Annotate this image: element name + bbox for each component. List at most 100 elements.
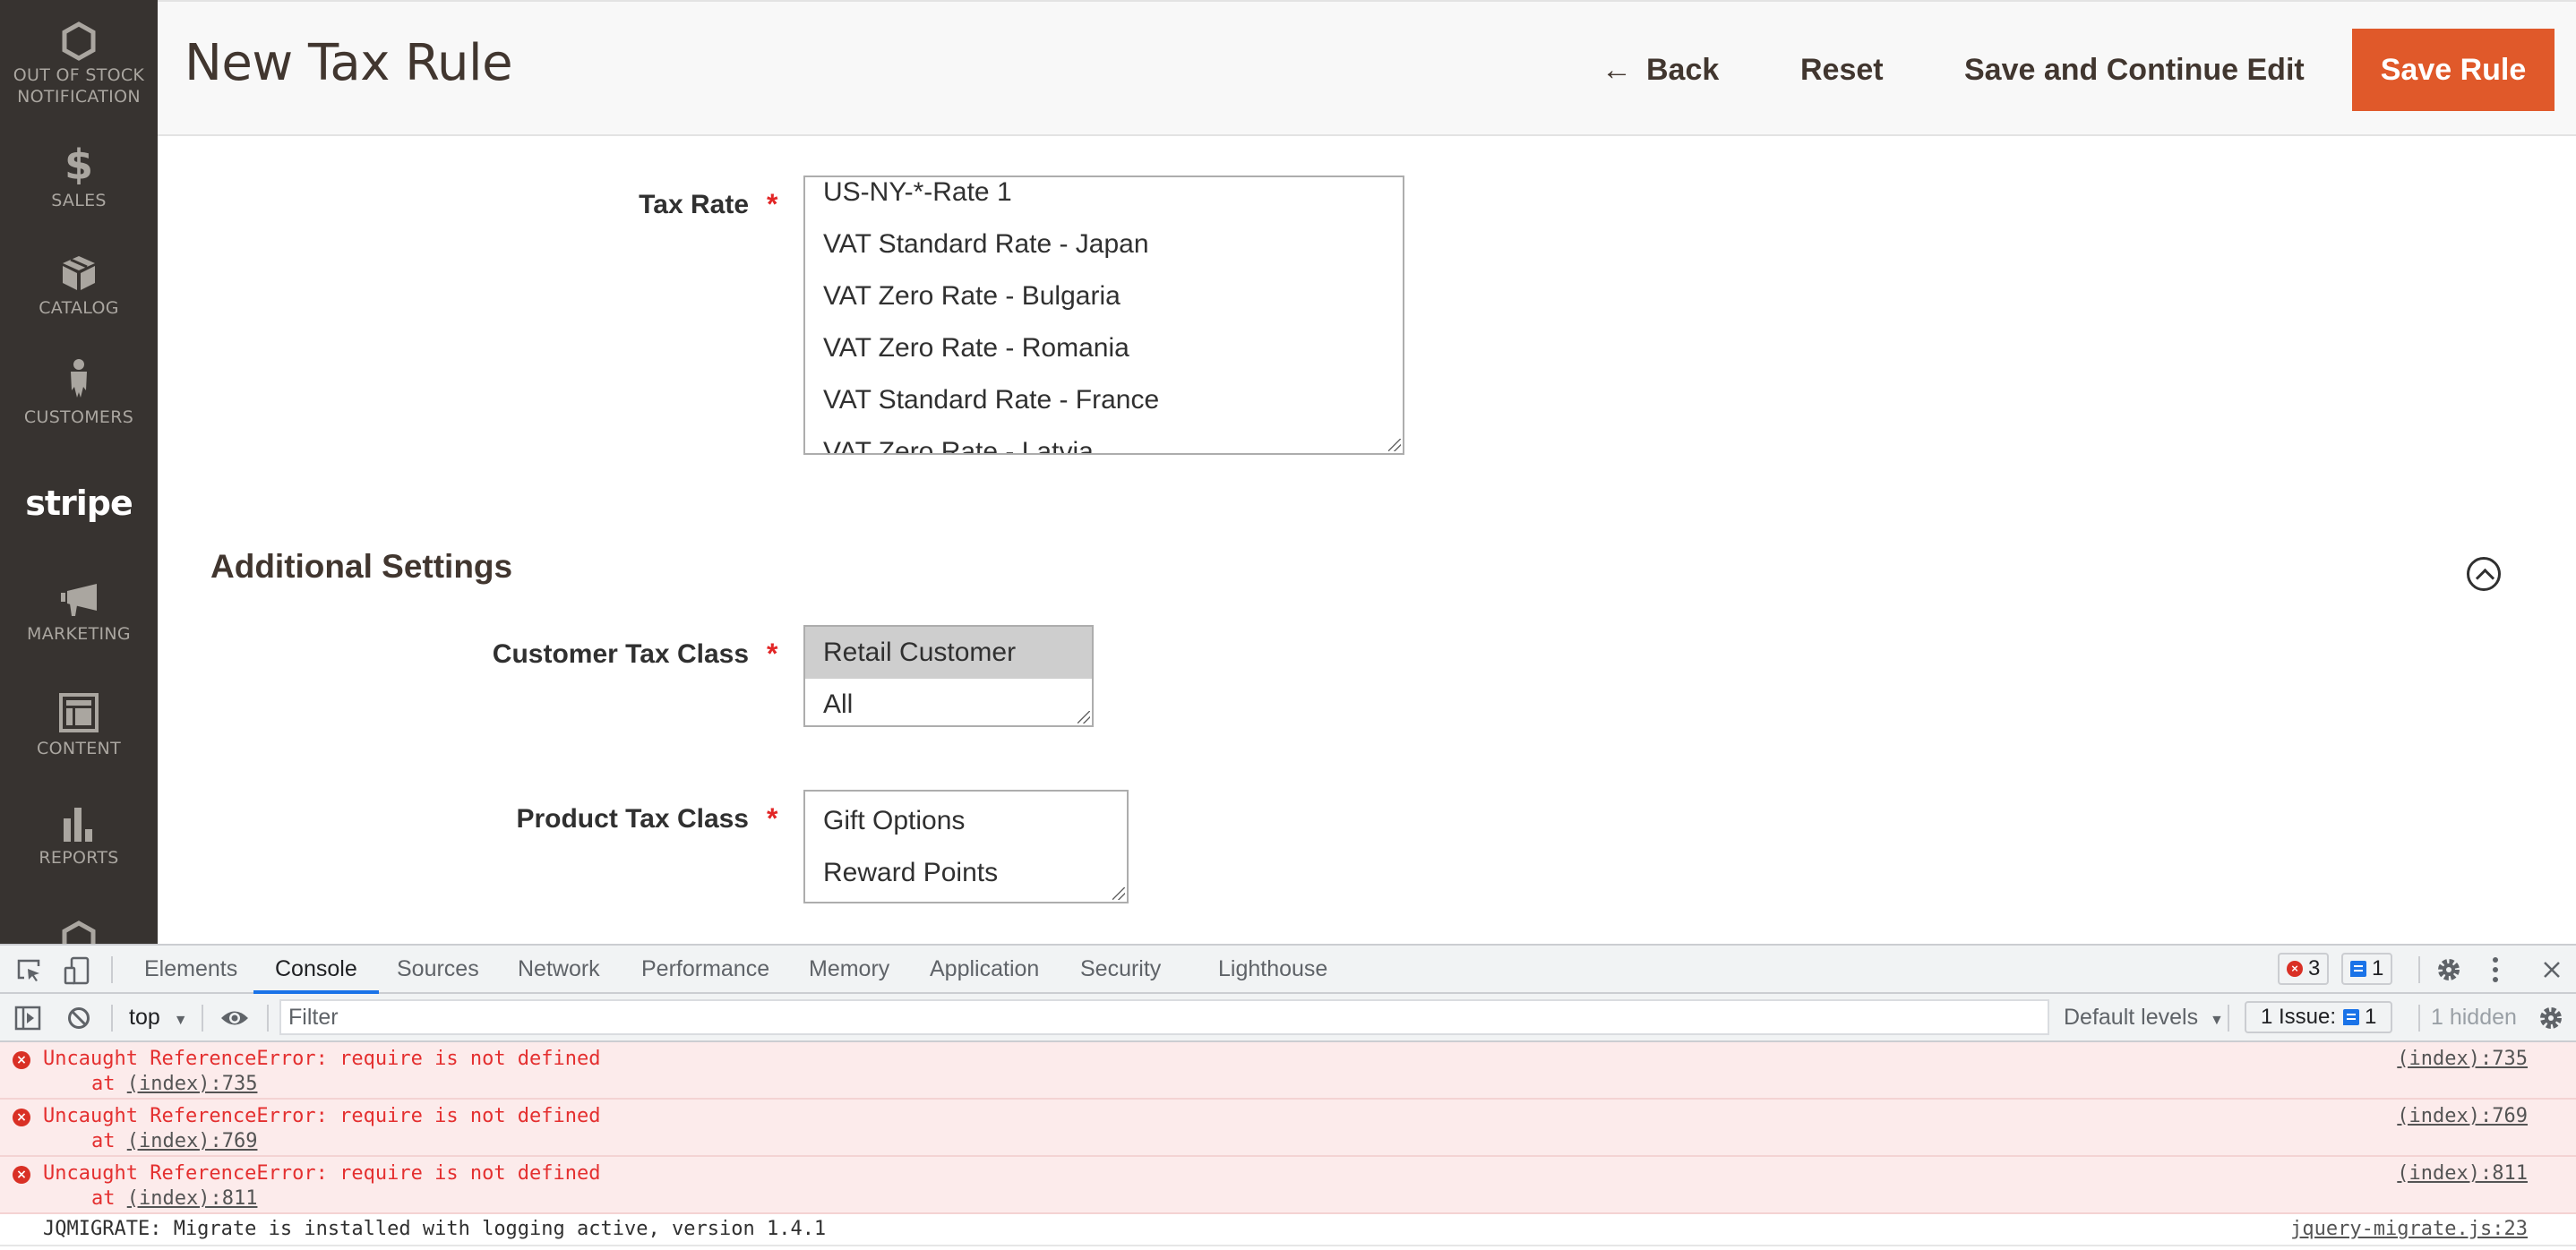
devtools-tab-application[interactable]: Application bbox=[930, 946, 1039, 992]
live-expression-eye-icon[interactable] bbox=[220, 1008, 249, 1028]
devtools-tab-network[interactable]: Network bbox=[518, 946, 600, 992]
device-toolbar-icon[interactable] bbox=[63, 956, 91, 985]
source-link[interactable]: (index):735 bbox=[2397, 1048, 2528, 1070]
product-tax-class-option[interactable]: Gift Options bbox=[805, 795, 1127, 847]
back-button[interactable]: ← Back bbox=[1601, 29, 1719, 111]
sidebar-item-out-of-stock-notification[interactable]: OUT OF STOCK NOTIFICATION bbox=[0, 21, 158, 107]
additional-settings-heading[interactable]: Additional Settings bbox=[210, 548, 512, 586]
error-message: Uncaught ReferenceError: require is not … bbox=[43, 1162, 601, 1185]
show-sidebar-icon[interactable] bbox=[14, 1006, 41, 1031]
sidebar-item-more[interactable] bbox=[0, 920, 158, 944]
hexagon-icon bbox=[62, 920, 96, 944]
console-toolbar: top ▼ Default levels ▼ 1 Issue: 1 1 hidd… bbox=[0, 994, 2576, 1042]
arrow-left-icon: ← bbox=[1601, 52, 1632, 87]
sidebar-item-sales[interactable]: $ SALES bbox=[0, 143, 158, 211]
log-levels-value: Default levels bbox=[2064, 1005, 2199, 1030]
sidebar-item-label: SALES bbox=[51, 191, 107, 210]
resize-handle[interactable] bbox=[1078, 711, 1090, 723]
context-value: top bbox=[129, 1005, 160, 1030]
error-count-badge[interactable]: × 3 bbox=[2278, 953, 2330, 985]
tax-rate-option[interactable]: VAT Standard Rate - France bbox=[805, 374, 1403, 426]
devtools-tab-performance[interactable]: Performance bbox=[641, 946, 769, 992]
tax-rate-option[interactable]: VAT Zero Rate - Romania bbox=[805, 322, 1403, 374]
stack-link[interactable]: (index):769 bbox=[127, 1130, 258, 1152]
devtools-tab-lighthouse[interactable]: Lighthouse bbox=[1218, 946, 1327, 992]
devtools-tab-console[interactable]: Console bbox=[253, 946, 379, 994]
issues-count: 1 bbox=[2365, 1005, 2377, 1029]
toolbar-divider bbox=[202, 1005, 203, 1032]
resize-handle[interactable] bbox=[1112, 887, 1125, 900]
layout-icon bbox=[59, 693, 99, 732]
error-icon: × bbox=[13, 1166, 30, 1184]
console-error-row: × Uncaught ReferenceError: require is no… bbox=[0, 1100, 2576, 1157]
tax-rate-multiselect[interactable]: US-NY-*-Rate 1 VAT Standard Rate - Japan… bbox=[803, 176, 1404, 455]
source-link[interactable]: (index):769 bbox=[2397, 1105, 2528, 1127]
message-count-badge[interactable]: 1 bbox=[2341, 953, 2393, 985]
error-count: 3 bbox=[2308, 956, 2321, 980]
product-tax-class-multiselect[interactable]: Gift Options Reward Points bbox=[803, 790, 1129, 903]
settings-gear-icon[interactable] bbox=[2436, 957, 2461, 982]
required-asterisk: * bbox=[767, 802, 778, 835]
error-icon: × bbox=[2287, 961, 2303, 977]
error-message: Uncaught ReferenceError: require is not … bbox=[43, 1105, 601, 1127]
source-link[interactable]: jquery-migrate.js:23 bbox=[2290, 1218, 2528, 1240]
console-settings-gear-icon[interactable] bbox=[2538, 1006, 2563, 1031]
devtools-panel: Elements Console Sources Network Perform… bbox=[0, 944, 2576, 1250]
close-icon[interactable] bbox=[2542, 960, 2562, 980]
toolbar-divider bbox=[267, 1005, 269, 1032]
devtools-tab-security[interactable]: Security bbox=[1080, 946, 1161, 992]
collapse-section-icon[interactable] bbox=[2467, 557, 2501, 591]
sidebar-item-label: REPORTS bbox=[39, 848, 119, 868]
source-link[interactable]: (index):811 bbox=[2397, 1162, 2528, 1185]
issues-label: 1 Issue: bbox=[2261, 1005, 2337, 1029]
customer-tax-class-multiselect[interactable]: Retail Customer All bbox=[803, 625, 1094, 727]
devtools-tab-sources[interactable]: Sources bbox=[397, 946, 479, 992]
product-tax-class-option[interactable]: Reward Points bbox=[805, 847, 1127, 899]
devtools-tab-elements[interactable]: Elements bbox=[144, 946, 237, 992]
stack-at: at bbox=[91, 1130, 127, 1152]
log-levels-dropdown[interactable]: Default levels ▼ bbox=[2064, 1005, 2224, 1031]
sidebar-item-content[interactable]: CONTENT bbox=[0, 693, 158, 759]
customer-tax-class-label: Customer Tax Class bbox=[492, 639, 749, 669]
dollar-icon: $ bbox=[64, 143, 93, 184]
sidebar-item-customers[interactable]: CUSTOMERS bbox=[0, 358, 158, 428]
stack-link[interactable]: (index):735 bbox=[127, 1073, 258, 1095]
tax-rate-option[interactable]: VAT Zero Rate - Bulgaria bbox=[805, 270, 1403, 322]
resize-handle[interactable] bbox=[1388, 439, 1401, 451]
label-line-1: OUT OF STOCK bbox=[13, 65, 145, 85]
issues-button[interactable]: 1 Issue: 1 bbox=[2245, 1001, 2393, 1033]
clear-console-icon[interactable] bbox=[66, 1006, 91, 1031]
sidebar-item-catalog[interactable]: CATALOG bbox=[0, 254, 158, 319]
customer-tax-class-option[interactable]: Retail Customer bbox=[805, 627, 1092, 679]
page-header: New Tax Rule ← Back Reset Save and Conti… bbox=[158, 0, 2576, 136]
stripe-logo[interactable]: stripe bbox=[0, 484, 158, 523]
console-error-row: × Uncaught ReferenceError: require is no… bbox=[0, 1042, 2576, 1100]
customer-tax-class-option[interactable]: All bbox=[805, 679, 1092, 725]
save-and-continue-button[interactable]: Save and Continue Edit bbox=[1964, 29, 2305, 111]
inspect-element-icon[interactable] bbox=[16, 958, 41, 983]
sidebar-item-reports[interactable]: REPORTS bbox=[0, 806, 158, 869]
tax-rate-option[interactable]: US-NY-*-Rate 1 bbox=[805, 177, 1403, 218]
dropdown-arrow-icon: ▼ bbox=[173, 1013, 188, 1028]
reset-button[interactable]: Reset bbox=[1800, 29, 1884, 111]
info-message: JQMIGRATE: Migrate is installed with log… bbox=[43, 1218, 827, 1240]
save-rule-button[interactable]: Save Rule bbox=[2352, 29, 2555, 111]
devtools-tab-memory[interactable]: Memory bbox=[809, 946, 889, 992]
sidebar-item-label: CUSTOMERS bbox=[23, 407, 134, 427]
context-selector[interactable]: top ▼ bbox=[129, 1005, 188, 1031]
sidebar-item-marketing[interactable]: MARKETING bbox=[0, 584, 158, 645]
toolbar-divider bbox=[111, 1005, 113, 1032]
page-title: New Tax Rule bbox=[185, 34, 513, 92]
box-icon bbox=[63, 256, 95, 290]
toolbar-divider bbox=[2418, 1005, 2420, 1032]
console-error-row: × Uncaught ReferenceError: require is no… bbox=[0, 1157, 2576, 1214]
label-line-2: NOTIFICATION bbox=[17, 87, 141, 107]
more-options-icon[interactable] bbox=[2491, 956, 2500, 983]
stack-trace: at (index):769 bbox=[91, 1130, 257, 1152]
product-tax-class-label: Product Tax Class bbox=[516, 804, 749, 834]
tax-rate-option[interactable]: VAT Standard Rate - Japan bbox=[805, 218, 1403, 270]
console-filter-input[interactable] bbox=[279, 999, 2049, 1035]
stack-link[interactable]: (index):811 bbox=[127, 1187, 258, 1210]
tax-rate-option[interactable]: VAT Zero Rate - Latvia bbox=[805, 426, 1403, 453]
error-message: Uncaught ReferenceError: require is not … bbox=[43, 1048, 601, 1070]
